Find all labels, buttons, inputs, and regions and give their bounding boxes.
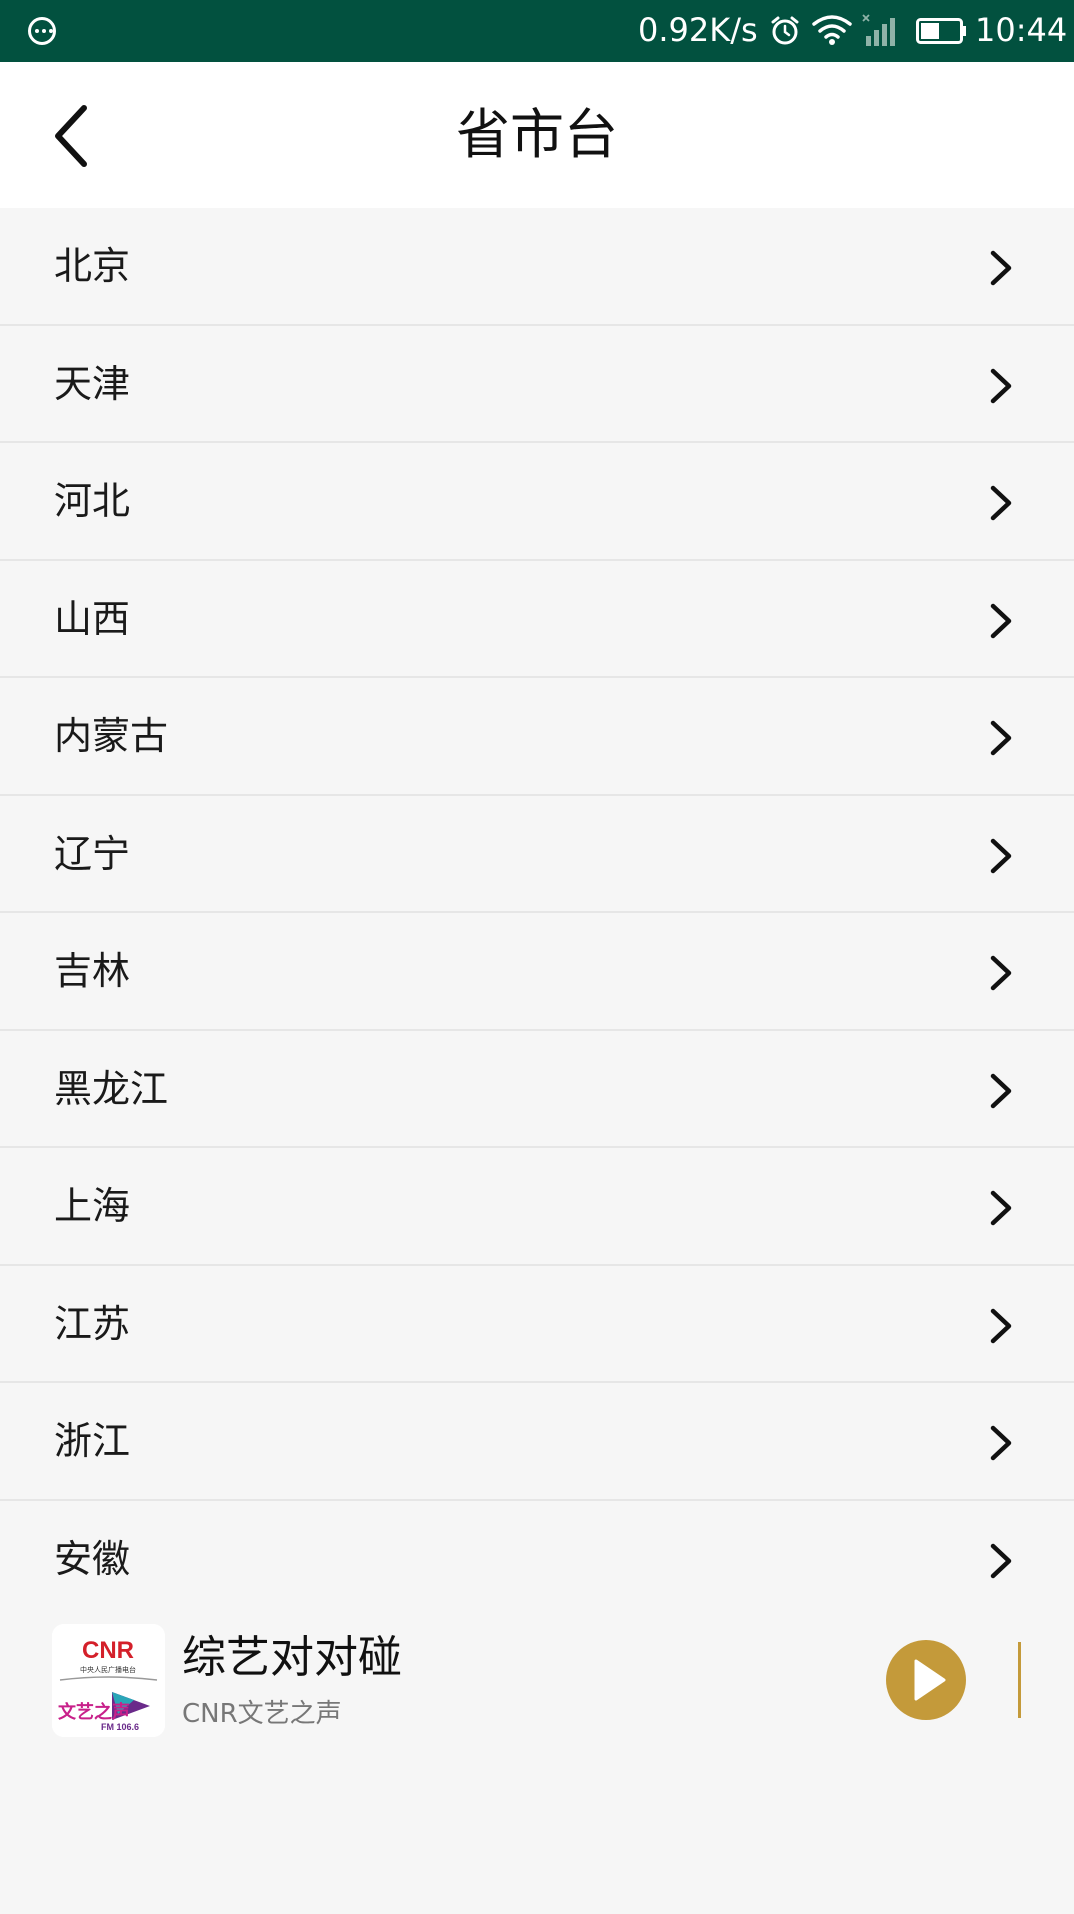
list-item-label: 江苏 (54, 1301, 131, 1346)
screen: 0.92K/s 10:44 省市台 北京 天津 河北 山西 内蒙古 辽宁 吉林 … (0, 0, 1074, 1914)
list-item-label: 安徽 (54, 1536, 131, 1581)
chevron-right-icon (990, 250, 1012, 286)
logo-middle-text: 中央人民广播电台 (80, 1665, 136, 1674)
list-item[interactable]: 内蒙古 (0, 678, 1074, 796)
chevron-right-icon (990, 485, 1012, 521)
list-item[interactable]: 上海 (0, 1148, 1074, 1266)
list-item-label: 河北 (54, 479, 131, 523)
list-item[interactable]: 山西 (0, 560, 1074, 678)
list-item-label: 浙江 (54, 1419, 131, 1463)
list-item[interactable]: 黑龙江 (0, 1030, 1074, 1148)
status-bar: 0.92K/s 10:44 (0, 0, 1074, 62)
station-logo: CNR 中央人民广播电台 文艺之声 FM 106.6 (52, 1624, 165, 1737)
list-item[interactable]: 浙江 (0, 1383, 1074, 1501)
chevron-right-icon (990, 720, 1012, 756)
chevron-right-icon (990, 1425, 1012, 1461)
net-speed: 0.92K/s (638, 11, 758, 49)
chevron-right-icon (990, 838, 1012, 873)
play-icon (914, 1659, 946, 1701)
list-item-label: 吉林 (54, 949, 131, 993)
logo-bottom-text: 文艺之声 (58, 1701, 130, 1723)
chevron-right-icon (990, 603, 1012, 638)
logo-top-text: CNR (82, 1637, 134, 1664)
wifi-icon (812, 15, 852, 45)
list-item[interactable]: 河北 (0, 443, 1074, 561)
cnr-logo-icon: CNR 中央人民广播电台 文艺之声 FM 106.6 (52, 1624, 165, 1737)
battery-icon (916, 18, 966, 44)
chevron-right-icon (990, 1073, 1012, 1108)
chevron-right-icon (990, 955, 1012, 991)
playlist-handle[interactable] (1018, 1642, 1021, 1718)
list-item[interactable]: 天津 (0, 325, 1074, 443)
list-item-label: 北京 (54, 244, 131, 288)
list-item[interactable]: 吉林 (0, 913, 1074, 1031)
list-item-label: 内蒙古 (54, 714, 169, 758)
province-list: 北京 天津 河北 山西 内蒙古 辽宁 吉林 黑龙江 上海 江苏 浙江 安徽 (0, 208, 1074, 1618)
list-item-label: 山西 (54, 596, 131, 641)
menu-dots-icon (28, 17, 56, 45)
list-item[interactable]: 北京 (0, 208, 1074, 326)
list-item-label: 辽宁 (54, 831, 131, 876)
alarm-icon (771, 16, 799, 45)
list-item[interactable]: 安徽 (0, 1500, 1074, 1618)
chevron-right-icon (990, 1190, 1012, 1226)
play-button[interactable] (886, 1640, 966, 1720)
header: 省市台 (0, 62, 1074, 208)
list-item-label: 黑龙江 (54, 1066, 169, 1111)
mini-player[interactable]: CNR 中央人民广播电台 文艺之声 FM 106.6 综艺对对碰 CNR文艺之声 (0, 1612, 1074, 1752)
chevron-right-icon (990, 368, 1012, 403)
list-item-label: 天津 (54, 361, 131, 406)
signal-icon (862, 14, 895, 46)
program-title: 综艺对对碰 (182, 1632, 402, 1683)
list-item[interactable]: 辽宁 (0, 795, 1074, 913)
clock: 10:44 (975, 11, 1068, 49)
list-item-label: 上海 (54, 1184, 131, 1228)
station-name: CNR文艺之声 (182, 1699, 342, 1729)
chevron-right-icon (990, 1543, 1012, 1578)
page-title: 省市台 (456, 103, 618, 166)
list-item[interactable]: 江苏 (0, 1265, 1074, 1383)
chevron-right-icon (990, 1308, 1012, 1343)
logo-frequency: FM 106.6 (101, 1722, 139, 1732)
